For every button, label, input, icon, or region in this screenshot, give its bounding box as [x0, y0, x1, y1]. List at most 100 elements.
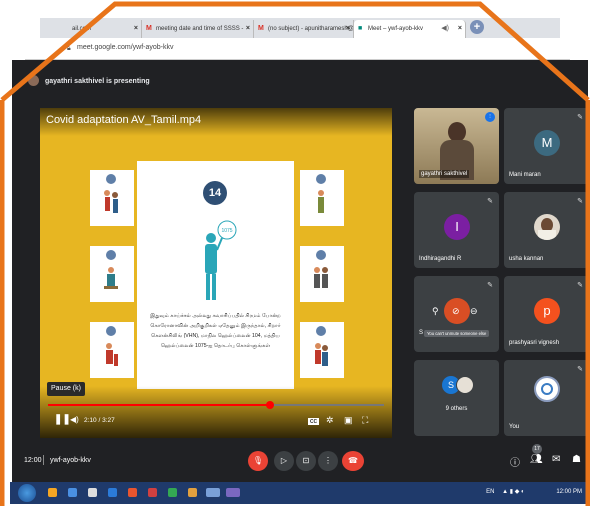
participant-tile[interactable]: I ✎ Indhiragandhi R	[414, 192, 499, 268]
presenting-text: gayathri sakthivel is presenting	[45, 78, 150, 85]
taskbar-clock[interactable]: 12:00 PM	[556, 489, 582, 495]
info-icon[interactable]: ⓘ	[510, 454, 520, 469]
number-badge-icon	[106, 174, 116, 184]
screenshot-frame: ail.com × M meeting date and time of SSS…	[0, 0, 590, 506]
participant-avatar: M	[534, 130, 560, 156]
browser-tab-active[interactable]: ■ Meet – ywf-ayob-kkv ◀) ×	[354, 20, 466, 38]
step-number-badge: 14	[203, 181, 227, 205]
people-icon[interactable]: 👥︎	[530, 454, 543, 465]
illustration-card	[300, 246, 344, 302]
others-tile[interactable]: S 9 others	[414, 360, 499, 436]
browser-tab[interactable]: M meeting date and time of SSSS - ×	[142, 20, 254, 38]
remove-icon[interactable]: ⊖	[470, 306, 478, 317]
video-progress-bar[interactable]	[48, 401, 384, 409]
avatar	[28, 75, 39, 86]
tab-label: ail.com	[72, 26, 92, 32]
progress-scrubber[interactable]	[265, 401, 274, 409]
participant-tile[interactable]: ✎ usha kannan	[504, 192, 589, 268]
hang-up-icon: ☎	[348, 456, 358, 465]
close-tab-icon[interactable]: ×	[134, 20, 138, 38]
audio-icon[interactable]: ◀)	[441, 20, 449, 38]
mic-off-icon: ✎	[577, 282, 583, 289]
activities-icon[interactable]: ☗	[572, 454, 581, 465]
gmail-icon: M	[258, 25, 264, 32]
self-tile[interactable]: ✎ You	[504, 360, 589, 436]
volume-icon[interactable]: ◀)	[70, 415, 79, 424]
close-tab-icon[interactable]: ×	[246, 20, 250, 38]
others-count: 9 others	[445, 406, 468, 412]
illustration-card	[90, 322, 134, 378]
app-icon[interactable]	[68, 488, 77, 497]
pin-icon[interactable]: ⚲	[432, 306, 439, 317]
lock-icon[interactable]: 🔒︎	[67, 45, 71, 53]
url-text[interactable]: meet.google.com/ywf-ayob-kkv	[77, 44, 173, 51]
tab-label: Meet – ywf-ayob-kkv	[368, 26, 424, 32]
miniplayer-icon[interactable]: ▣	[344, 415, 353, 426]
app-icon[interactable]	[128, 488, 137, 497]
mic-off-icon: ✎	[577, 366, 583, 373]
more-options-button[interactable]: ⋮	[318, 451, 338, 471]
number-badge-icon	[316, 174, 326, 184]
captions-icon[interactable]: cc	[308, 418, 319, 425]
app-icon[interactable]	[88, 488, 97, 497]
settings-gear-icon[interactable]: ✲	[326, 415, 334, 426]
browser-tab[interactable]: ail.com ×	[58, 20, 142, 38]
person-icon	[318, 190, 324, 213]
start-button[interactable]	[18, 484, 36, 502]
participant-photo	[534, 214, 560, 240]
pause-icon[interactable]: ❚❚	[54, 414, 71, 425]
participant-name: You	[509, 424, 520, 430]
explorer-icon[interactable]	[48, 488, 57, 497]
video-control-row: ❚❚ ◀) 2:10 / 3:27 cc ✲ ▣ ⛶	[50, 414, 386, 430]
participant-avatar: p	[534, 298, 560, 324]
more-vertical-icon: ⋮	[324, 456, 332, 465]
tab-label: meeting date and time of SSSS -	[156, 26, 244, 32]
participant-tile[interactable]: p ✎ prashyasri vignesh	[504, 276, 589, 352]
browser-tab[interactable]: M (no subject) - apunitharamesh@ ×	[254, 20, 354, 38]
app-icon[interactable]	[226, 488, 240, 497]
speaking-indicator-icon: ⫶	[485, 112, 495, 122]
mic-off-icon: ✎	[487, 282, 493, 289]
participant-name: Mani maran	[509, 172, 541, 178]
participant-tile[interactable]: ⫶ gayathri sakthivel	[414, 108, 499, 184]
tray-icons[interactable]: ▲ ▮ ◆ ◐	[502, 489, 524, 495]
new-tab-button[interactable]: +	[470, 20, 484, 34]
mic-off-icon: ✎	[577, 114, 583, 121]
meeting-clock: 12:00	[24, 457, 42, 464]
participant-name: S	[419, 330, 424, 336]
mute-icon[interactable]: ⊘	[452, 306, 460, 317]
person-icon	[315, 343, 328, 366]
address-bar[interactable]: 🔒︎ meet.google.com/ywf-ayob-kkv	[25, 38, 570, 60]
svg-text:1075: 1075	[221, 228, 232, 234]
illustration-card	[90, 170, 134, 226]
school-logo-icon	[534, 376, 560, 402]
close-tab-icon[interactable]: ×	[458, 20, 462, 38]
participant-avatar: I	[444, 214, 470, 240]
pause-tooltip: Pause (k)	[47, 382, 85, 396]
mic-off-icon: 🎙︎	[252, 456, 264, 465]
video-time: 2:10 / 3:27	[84, 417, 115, 424]
close-tab-icon[interactable]: ×	[346, 20, 350, 38]
info-card-text: இதுவும் காய்ச்சல் அல்லது சுவாசிப்பதில் ச…	[150, 313, 281, 349]
app-icon[interactable]	[168, 488, 177, 497]
participant-photo	[456, 376, 474, 394]
language-indicator[interactable]: EN	[486, 489, 494, 495]
app-icon[interactable]	[188, 488, 197, 497]
word-icon[interactable]	[108, 488, 117, 497]
app-icon[interactable]	[148, 488, 157, 497]
presentation-stage[interactable]: 14 1075 இதுவும் காய்ச்சல் அல்லது சுவாசிப…	[40, 108, 392, 438]
end-call-button[interactable]: ☎	[342, 451, 364, 471]
chrome-icon[interactable]	[206, 488, 220, 497]
person-icon	[314, 267, 328, 288]
meeting-code: ywf-ayob-kkv	[50, 457, 91, 464]
mic-off-icon: ✎	[577, 198, 583, 205]
person-phone-icon: 1075	[205, 220, 237, 300]
number-badge-icon	[316, 250, 326, 260]
present-button[interactable]: ⊡	[296, 451, 316, 471]
camera-toggle-button[interactable]: ▷	[274, 451, 294, 471]
fullscreen-icon[interactable]: ⛶	[362, 415, 368, 426]
participant-tile[interactable]: M ✎ Mani maran	[504, 108, 589, 184]
mic-toggle-button[interactable]: 🎙︎	[248, 451, 268, 471]
chat-icon[interactable]: ✉	[552, 454, 560, 465]
participant-tile-hovered[interactable]: ⚲ ⊘ ⊖ ✎ S You can't unmute someone else	[414, 276, 499, 352]
